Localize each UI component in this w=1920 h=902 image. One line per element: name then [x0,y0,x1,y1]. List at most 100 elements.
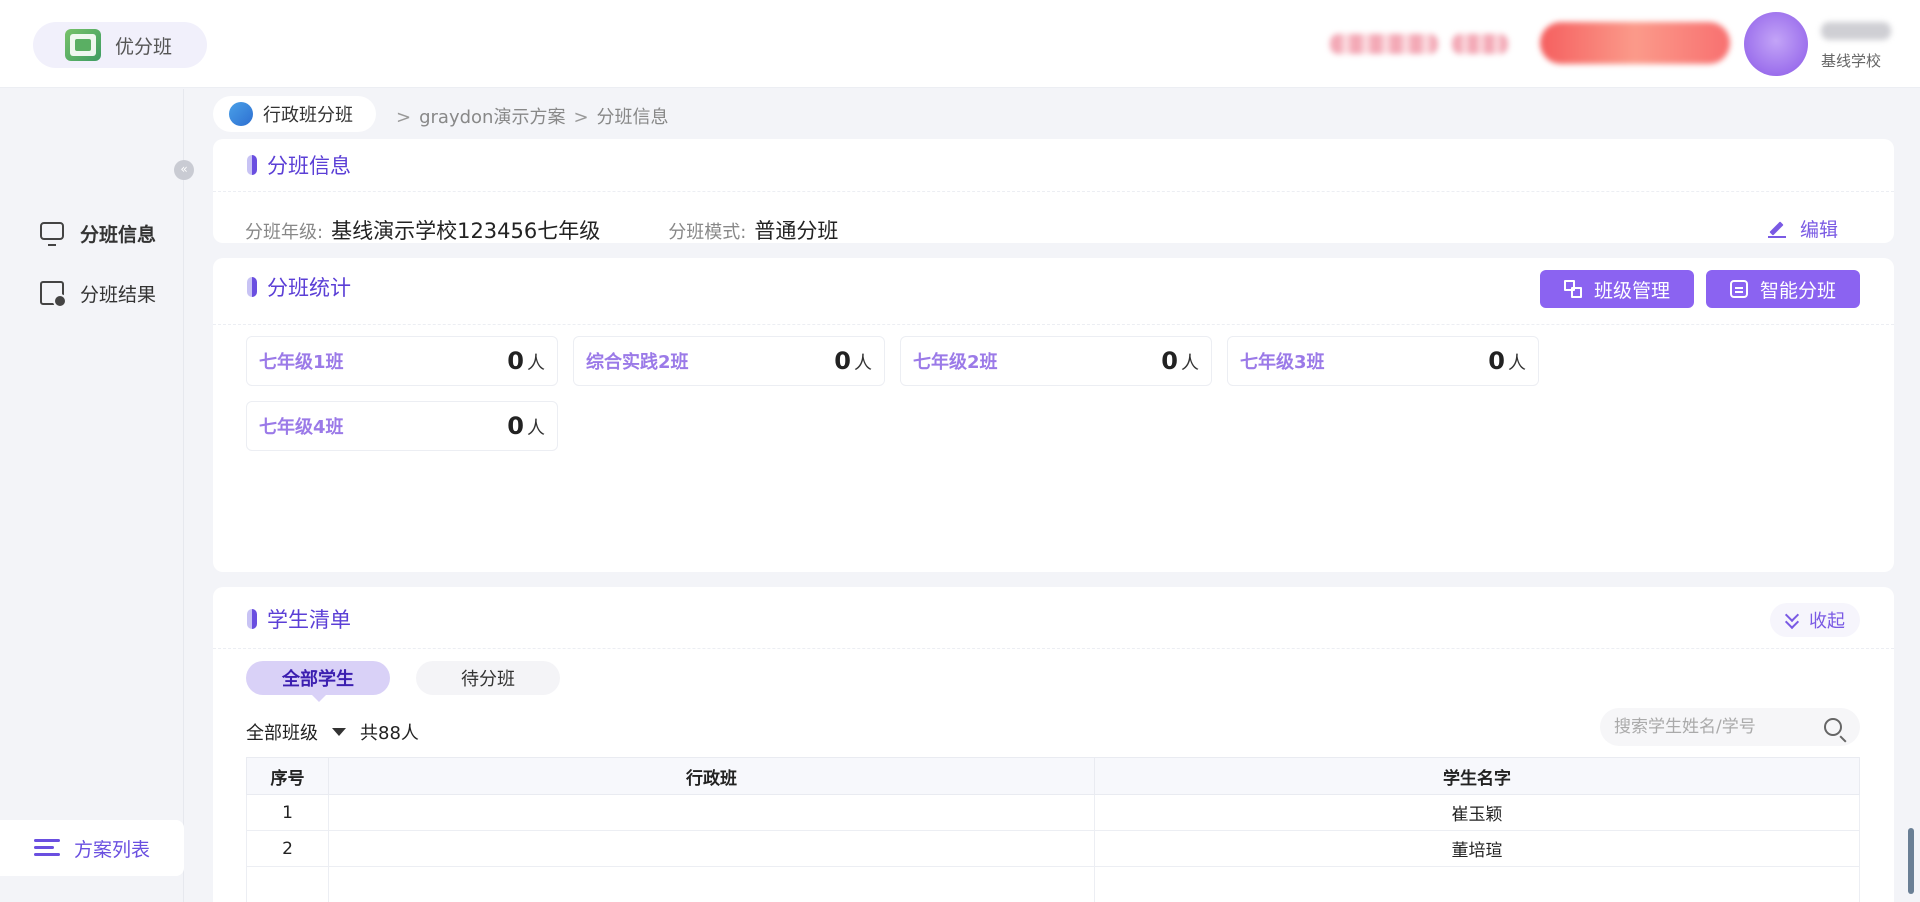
student-table: 序号 行政班 学生名字 1 崔玉颖 2 董培瑄 [246,757,1860,902]
tab-pending[interactable]: 待分班 [416,661,560,695]
grade-value: 基线演示学校123456七年级 [331,219,601,243]
class-info-row: 分班年级: 基线演示学校123456七年级 分班模式: 普通分班 [245,215,838,245]
smart-assign-button[interactable]: 智能分班 [1706,270,1860,308]
class-name: 七年级4班 [259,417,344,438]
app-logo-button[interactable]: 优分班 [33,22,207,68]
sidebar-item-label: 分班结果 [80,283,157,306]
app-logo-icon [65,29,101,61]
section-title: 分班信息 [247,150,351,180]
class-name: 七年级1班 [259,352,344,373]
sidebar-item-class-result[interactable]: 分班结果 [40,278,156,308]
page-scrollbar[interactable] [1908,828,1914,894]
cell-student-name: 崔玉颖 [1094,794,1860,831]
table-row[interactable]: 2 董培瑄 [246,830,1860,867]
column-header-index[interactable]: 序号 [246,757,329,795]
caret-down-icon[interactable] [332,728,346,736]
double-chevron-down-icon [1785,613,1799,627]
class-count: 0人 [507,347,545,375]
class-filter: 全部班级 共88人 [246,719,419,745]
cell-student-name: 董培瑄 [1094,830,1860,867]
plan-list-button[interactable]: 方案列表 [0,820,184,876]
class-filter-select[interactable]: 全部班级 [246,719,318,745]
grid-icon [1563,280,1582,298]
class-stat-box[interactable]: 七年级1班 0人 [246,336,558,386]
class-manage-label: 班级管理 [1593,279,1670,302]
list-icon [34,839,60,857]
class-manage-button[interactable]: 班级管理 [1540,270,1694,308]
class-count: 0人 [507,412,545,440]
smart-assign-label: 智能分班 [1759,279,1836,302]
class-name: 七年级2班 [913,352,998,373]
class-name: 综合实践2班 [586,352,689,373]
breadcrumb-home[interactable]: 行政班分班 [213,96,376,132]
breadcrumb-plan[interactable]: graydon演示方案 [419,107,565,128]
class-stat-box[interactable]: 七年级4班 0人 [246,401,558,451]
pencil-icon [1767,220,1786,238]
class-stat-box[interactable]: 综合实践2班 0人 [573,336,885,386]
section-title: 分班统计 [247,272,351,302]
column-header-student-name[interactable]: 学生名字 [1094,757,1860,795]
sidebar [0,89,184,902]
student-search [1600,708,1860,746]
breadcrumb-separator: > [573,107,589,128]
blurred-info-1 [1330,34,1438,54]
class-count: 0人 [1161,347,1199,375]
blurred-info-2 [1452,34,1508,54]
breadcrumb-home-label: 行政班分班 [263,105,353,126]
sidebar-item-label: 分班信息 [80,223,157,246]
section-title-text: 分班信息 [267,154,351,178]
search-icon[interactable] [1824,718,1842,736]
collapse-button[interactable]: 收起 [1770,603,1860,637]
title-marker [247,609,257,629]
breadcrumb-current: 分班信息 [596,107,669,128]
title-marker [247,277,257,297]
top-header: 优分班 基线学校 [0,0,1920,88]
section-title: 学生清单 [247,604,351,634]
breadcrumb: > graydon演示方案 > 分班信息 [388,103,669,129]
collapse-label: 收起 [1809,611,1845,632]
cell-student-name [1094,866,1860,902]
class-name: 七年级3班 [1240,352,1325,373]
blurred-info-3 [1540,22,1730,64]
breadcrumb-separator: > [396,107,412,128]
class-count: 0人 [834,347,872,375]
user-avatar[interactable] [1744,12,1808,76]
monitor-icon [40,222,64,246]
class-stat-box[interactable]: 七年级2班 0人 [900,336,1212,386]
school-name: 基线学校 [1821,52,1882,70]
cell-admin-class [328,866,1095,902]
section-title-text: 学生清单 [267,608,351,632]
column-header-admin-class[interactable]: 行政班 [328,757,1095,795]
sidebar-collapse-button[interactable]: « [174,160,194,180]
admin-class-icon [229,102,253,126]
list-box-icon [1729,280,1748,298]
sidebar-item-class-info[interactable]: 分班信息 [40,218,156,248]
cell-admin-class [328,794,1095,831]
edit-button[interactable]: 编辑 [1767,215,1838,242]
app-name: 优分班 [115,35,173,58]
cell-admin-class [328,830,1095,867]
edit-label: 编辑 [1799,219,1838,241]
table-header-row: 序号 行政班 学生名字 [246,757,1860,795]
divider [213,648,1894,649]
section-title-text: 分班统计 [267,276,351,300]
mode-value: 普通分班 [754,219,839,243]
cell-index [246,866,329,902]
tab-all-students[interactable]: 全部学生 [246,661,390,702]
table-row[interactable] [246,866,1860,902]
cell-index: 2 [246,830,329,867]
blurred-username [1821,22,1891,40]
class-stats-card: 分班统计 班级管理 智能分班 七年级1班 0人 综合实践2班 0人 七年级2班 … [213,258,1894,572]
search-input[interactable] [1600,708,1800,746]
class-stat-box[interactable]: 七年级3班 0人 [1227,336,1539,386]
divider [213,324,1894,325]
grade-label: 分班年级: [245,222,324,243]
class-info-card: 分班信息 分班年级: 基线演示学校123456七年级 分班模式: 普通分班 编辑 [213,139,1894,243]
plan-list-label: 方案列表 [74,838,151,861]
cell-index: 1 [246,794,329,831]
class-count: 0人 [1488,347,1526,375]
table-row[interactable]: 1 崔玉颖 [246,794,1860,831]
mode-label: 分班模式: [668,222,747,243]
clipboard-icon [40,281,67,308]
title-marker [247,155,257,175]
